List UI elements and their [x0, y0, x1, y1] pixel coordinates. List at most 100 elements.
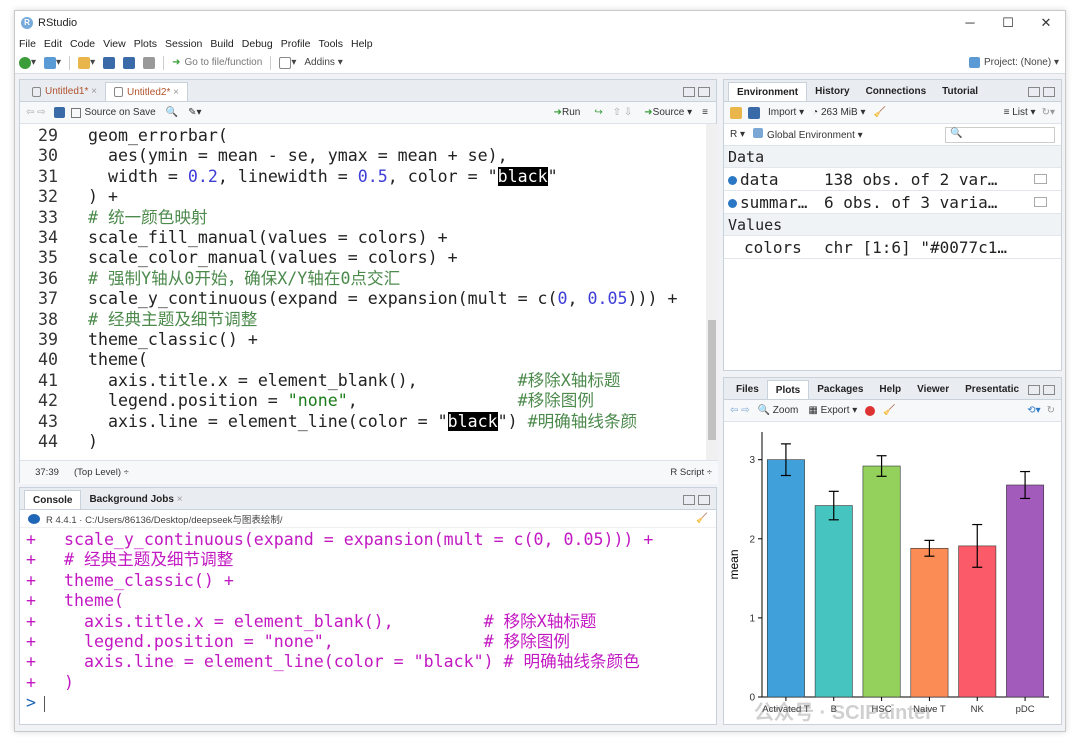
- tab-environment[interactable]: Environment: [728, 82, 808, 101]
- zoom-button[interactable]: 🔍 Zoom: [758, 405, 799, 416]
- search-icon[interactable]: 🔍: [166, 107, 178, 118]
- menu-edit[interactable]: Edit: [44, 38, 62, 50]
- open-folder-icon[interactable]: ▾: [78, 56, 95, 69]
- tab-files[interactable]: Files: [728, 380, 767, 399]
- code-line[interactable]: 34 scale_fill_manual(values = colors) +: [20, 228, 718, 248]
- env-row-colors[interactable]: colors chr [1:6] "#0077c1…: [724, 236, 1061, 259]
- code-line[interactable]: 43 axis.line = element_line(color = "bla…: [20, 411, 718, 432]
- menu-code[interactable]: Code: [70, 38, 95, 50]
- addins-button[interactable]: Addins ▾: [304, 57, 342, 68]
- code-line[interactable]: 42 legend.position = "none", #移除图例: [20, 391, 718, 411]
- save-workspace-icon[interactable]: [748, 106, 760, 119]
- table-view-icon[interactable]: [1034, 174, 1047, 184]
- scope-selector[interactable]: (Top Level) ÷: [74, 467, 129, 478]
- code-editor[interactable]: 29 geom_errorbar(30 aes(ymin = mean - se…: [20, 124, 718, 460]
- environment-selector[interactable]: Global Environment ▾: [753, 128, 863, 141]
- back-forward-icon[interactable]: ⇦ ⇨: [26, 107, 46, 118]
- tab-presentation[interactable]: Presentatic: [957, 380, 1027, 399]
- save-icon[interactable]: [103, 56, 116, 69]
- tab-connections[interactable]: Connections: [858, 82, 935, 101]
- minimize-button[interactable]: ─: [951, 15, 989, 31]
- save-all-icon[interactable]: [123, 56, 136, 69]
- code-line[interactable]: 37 scale_y_continuous(expand = expansion…: [20, 289, 718, 309]
- maximize-pane-icon[interactable]: [698, 87, 710, 97]
- menu-file[interactable]: File: [19, 38, 36, 50]
- grid-layout-icon[interactable]: ▾: [279, 56, 296, 69]
- menu-profile[interactable]: Profile: [281, 38, 311, 50]
- env-row-summary[interactable]: summar… 6 obs. of 3 varia…: [724, 191, 1061, 214]
- minimize-pane-icon[interactable]: [683, 495, 695, 505]
- code-line[interactable]: 29 geom_errorbar(: [20, 126, 718, 146]
- tab-untitled2[interactable]: Untitled2* ×: [104, 82, 188, 101]
- menu-help[interactable]: Help: [351, 38, 373, 50]
- table-view-icon[interactable]: [1034, 197, 1047, 207]
- publish-icon[interactable]: ⟲▾: [1027, 405, 1040, 416]
- code-line[interactable]: 31 width = 0.2, linewidth = 0.5, color =…: [20, 166, 718, 187]
- open-workspace-icon[interactable]: [730, 106, 742, 119]
- print-icon[interactable]: [143, 56, 156, 69]
- save-icon[interactable]: [53, 107, 65, 118]
- clear-console-icon[interactable]: 🧹: [696, 513, 708, 524]
- console-input[interactable]: [44, 695, 45, 712]
- tab-background-jobs[interactable]: Background Jobs ×: [81, 490, 190, 509]
- console-output[interactable]: + scale_y_continuous(expand = expansion(…: [20, 528, 716, 693]
- new-file-icon[interactable]: ▾: [19, 56, 36, 69]
- maximize-pane-icon[interactable]: [698, 495, 710, 505]
- close-button[interactable]: ✕: [1027, 15, 1065, 31]
- maximize-pane-icon[interactable]: [1043, 87, 1055, 97]
- menu-session[interactable]: Session: [165, 38, 202, 50]
- menu-plots[interactable]: Plots: [134, 38, 157, 50]
- goto-file-function[interactable]: ➜ Go to file/function: [172, 57, 262, 68]
- tab-plots[interactable]: Plots: [766, 380, 810, 399]
- menu-debug[interactable]: Debug: [242, 38, 273, 50]
- broom-icon[interactable]: 🧹: [883, 405, 895, 416]
- menu-tools[interactable]: Tools: [318, 38, 343, 50]
- language-selector[interactable]: R ▾: [730, 129, 745, 140]
- minimize-pane-icon[interactable]: [1028, 87, 1040, 97]
- export-button[interactable]: ▦ Export ▾: [808, 405, 857, 416]
- run-button[interactable]: ➜Run: [554, 107, 581, 118]
- chunk-nav-icon[interactable]: ⇧ ⇩: [613, 107, 633, 118]
- maximize-button[interactable]: ☐: [989, 15, 1027, 31]
- tab-viewer[interactable]: Viewer: [909, 380, 957, 399]
- source-on-save-checkbox[interactable]: [70, 107, 81, 118]
- tab-packages[interactable]: Packages: [809, 380, 871, 399]
- code-line[interactable]: 38 # 经典主题及细节调整: [20, 310, 718, 330]
- code-line[interactable]: 36 # 强制Y轴从0开始，确保X/Y轴在0点交汇: [20, 269, 718, 289]
- code-line[interactable]: 30 aes(ymin = mean - se, ymax = mean + s…: [20, 146, 718, 166]
- plot-nav-icon[interactable]: ⇦ ⇨: [730, 405, 750, 416]
- code-line[interactable]: 39 theme_classic() +: [20, 330, 718, 350]
- project-menu[interactable]: Project: (None) ▾: [968, 57, 1059, 68]
- open-project-icon[interactable]: ▾: [44, 56, 61, 69]
- list-view-button[interactable]: ≡ List ▾: [1004, 107, 1036, 118]
- menu-build[interactable]: Build: [210, 38, 233, 50]
- refresh-icon[interactable]: ↻: [1047, 405, 1055, 416]
- minimize-pane-icon[interactable]: [683, 87, 695, 97]
- code-line[interactable]: 41 axis.title.x = element_blank(), #移除X轴…: [20, 371, 718, 391]
- remove-plot-icon[interactable]: [865, 405, 876, 416]
- wand-icon[interactable]: ✎▾: [188, 107, 201, 118]
- env-row-data[interactable]: data 138 obs. of 2 var…: [724, 168, 1061, 191]
- memory-usage[interactable]: ◔ 263 MiB ▾: [812, 107, 865, 118]
- expand-icon[interactable]: [728, 198, 737, 208]
- maximize-pane-icon[interactable]: [1043, 385, 1055, 395]
- import-dataset-button[interactable]: Import ▾: [768, 107, 804, 118]
- source-button[interactable]: ➜Source ▾: [644, 107, 692, 118]
- code-line[interactable]: 33 # 统一颜色映射: [20, 208, 718, 228]
- code-line[interactable]: 32 ) +: [20, 187, 718, 207]
- rerun-icon[interactable]: ↪: [594, 107, 602, 118]
- broom-icon[interactable]: 🧹: [873, 107, 885, 118]
- tab-untitled1[interactable]: Untitled1* ×: [24, 82, 105, 101]
- tab-help[interactable]: Help: [871, 380, 909, 399]
- tab-history[interactable]: History: [807, 82, 857, 101]
- expand-icon[interactable]: [728, 175, 737, 185]
- code-line[interactable]: 44 ): [20, 432, 718, 452]
- env-search-input[interactable]: 🔍: [945, 126, 1055, 143]
- outline-icon[interactable]: ≡: [702, 107, 708, 118]
- menu-view[interactable]: View: [103, 38, 126, 50]
- tab-console[interactable]: Console: [24, 490, 82, 509]
- file-type-selector[interactable]: R Script ÷: [670, 467, 712, 478]
- code-line[interactable]: 35 scale_color_manual(values = colors) +: [20, 248, 718, 268]
- tab-tutorial[interactable]: Tutorial: [934, 82, 986, 101]
- editor-scrollbar[interactable]: [706, 124, 718, 460]
